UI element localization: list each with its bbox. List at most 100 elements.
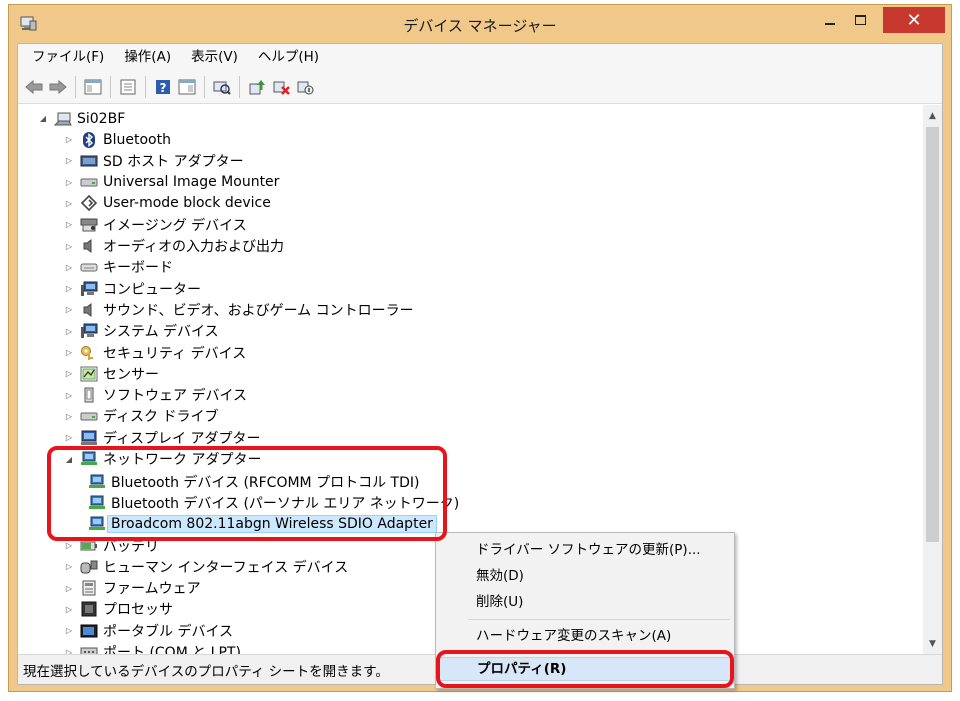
expand-arrow-icon[interactable]: ▷ bbox=[64, 369, 74, 379]
tree-item-hid[interactable]: ▷ ヒューマン インターフェイス デバイス bbox=[64, 556, 348, 577]
scroll-up-arrow-icon[interactable]: ▲ bbox=[923, 107, 942, 124]
tree-root[interactable]: ◢ Si02BF bbox=[38, 108, 125, 129]
expand-arrow-icon[interactable]: ▷ bbox=[64, 262, 74, 272]
tree-item-label: User-mode block device bbox=[103, 195, 271, 212]
speaker-icon bbox=[80, 238, 98, 254]
disable-button[interactable] bbox=[294, 76, 316, 98]
menu-disable[interactable]: 無効(D) bbox=[438, 564, 732, 588]
expand-arrow-icon[interactable]: ▷ bbox=[64, 562, 74, 572]
scan-hardware-button[interactable] bbox=[211, 76, 233, 98]
menu-uninstall[interactable]: 削除(U) bbox=[438, 590, 732, 614]
menu-help[interactable]: ヘルプ(H) bbox=[248, 46, 329, 68]
tree-item-label: プロセッサ bbox=[103, 602, 173, 619]
expand-arrow-icon[interactable]: ▷ bbox=[64, 626, 74, 636]
expand-arrow-icon[interactable]: ▷ bbox=[64, 647, 74, 655]
tree-item-label: Universal Image Mounter bbox=[103, 174, 280, 191]
update-driver-button[interactable] bbox=[246, 76, 268, 98]
tree-item-sd-host[interactable]: ▷ SD ホスト アダプター bbox=[64, 150, 244, 171]
tree-item-portable[interactable]: ▷ ポータブル デバイス bbox=[64, 620, 233, 641]
scrollbar-thumb[interactable] bbox=[926, 127, 939, 542]
menu-properties[interactable]: プロパティ(R) bbox=[438, 657, 732, 681]
action-pane-button[interactable] bbox=[176, 76, 198, 98]
collapse-arrow-icon[interactable]: ◢ bbox=[64, 454, 74, 464]
tree-item-sensor[interactable]: ▷ センサー bbox=[64, 363, 159, 384]
properties-button[interactable] bbox=[117, 76, 139, 98]
console-tree-icon bbox=[84, 79, 102, 94]
expand-arrow-icon[interactable]: ▷ bbox=[64, 390, 74, 400]
tree-item-label: ポータブル デバイス bbox=[103, 623, 234, 640]
tree-item-computer[interactable]: ▷ システム デバイス bbox=[64, 321, 219, 342]
close-button[interactable]: ✕ bbox=[883, 7, 945, 33]
scroll-down-arrow-icon[interactable]: ▼ bbox=[923, 635, 942, 652]
menu-view[interactable]: 表示(V) bbox=[181, 46, 248, 68]
expand-arrow-icon[interactable]: ▷ bbox=[64, 604, 74, 614]
expand-arrow-icon[interactable]: ▷ bbox=[64, 156, 74, 166]
portable-icon bbox=[80, 623, 98, 639]
toolbar-separator bbox=[204, 75, 205, 98]
expand-arrow-icon[interactable]: ▷ bbox=[64, 411, 74, 421]
menu-file[interactable]: ファイル(F) bbox=[22, 46, 114, 68]
expand-arrow-icon[interactable]: ▷ bbox=[64, 305, 74, 315]
context-menu-separator bbox=[468, 652, 730, 653]
tree-item-label: システム デバイス bbox=[103, 324, 219, 341]
tree-item-firmware[interactable]: ▷ ファームウェア bbox=[64, 578, 201, 599]
tree-item-keyboard[interactable]: ▷ キーボード bbox=[64, 257, 173, 278]
tree-item-imaging[interactable]: ▷ イメージング デバイス bbox=[64, 214, 247, 235]
expand-arrow-icon[interactable]: ▷ bbox=[64, 348, 74, 358]
expand-arrow-icon[interactable]: ▷ bbox=[64, 541, 74, 551]
console-tree-button[interactable] bbox=[82, 76, 104, 98]
vertical-scrollbar[interactable]: ▲ ▼ bbox=[923, 105, 942, 654]
tree-item-network-child[interactable]: Bluetooth デバイス (RFCOMM プロトコル TDI) bbox=[88, 471, 419, 492]
expand-arrow-icon[interactable]: ▷ bbox=[64, 198, 74, 208]
tree-item-bluetooth[interactable]: ▷ Bluetooth bbox=[64, 129, 171, 150]
expand-arrow-icon[interactable]: ▷ bbox=[64, 177, 74, 187]
title-bar[interactable]: デバイス マネージャー ✕ bbox=[9, 5, 951, 43]
tree-item-speaker[interactable]: ▷ サウンド、ビデオ、およびゲーム コントローラー bbox=[64, 299, 414, 320]
expand-arrow-icon[interactable]: ▷ bbox=[64, 135, 74, 145]
menu-update-driver[interactable]: ドライバー ソフトウェアの更新(P)... bbox=[438, 538, 732, 562]
back-button[interactable] bbox=[23, 76, 45, 98]
collapse-arrow-icon[interactable]: ◢ bbox=[38, 114, 48, 124]
tree-item-display[interactable]: ▷ ディスプレイ アダプター bbox=[64, 427, 260, 448]
tree-item-disk[interactable]: ▷ Universal Image Mounter bbox=[64, 172, 280, 193]
tree-item-port[interactable]: ▷ ポート (COM と LPT) bbox=[64, 642, 241, 655]
expand-arrow-icon[interactable]: ▷ bbox=[64, 220, 74, 230]
tree-item-network-child-selected[interactable]: Broadcom 802.11abgn Wireless SDIO Adapte… bbox=[88, 513, 437, 534]
tree-item-software-device[interactable]: ▷ ソフトウェア デバイス bbox=[64, 385, 247, 406]
menu-scan-hardware[interactable]: ハードウェア変更のスキャン(A) bbox=[438, 624, 732, 648]
expand-arrow-icon[interactable]: ▷ bbox=[64, 326, 74, 336]
expand-arrow-icon[interactable]: ▷ bbox=[64, 583, 74, 593]
toolbar-separator bbox=[239, 75, 240, 98]
tree-item-processor[interactable]: ▷ プロセッサ bbox=[64, 599, 173, 620]
tree-item-network-child[interactable]: Bluetooth デバイス (パーソナル エリア ネットワーク) bbox=[88, 492, 459, 513]
tree-item-network[interactable]: ◢ ネットワーク アダプター bbox=[64, 449, 261, 470]
network-adapter-icon bbox=[88, 495, 106, 511]
software-device-icon bbox=[80, 387, 98, 403]
tree-item-label: ソフトウェア デバイス bbox=[103, 388, 248, 405]
firmware-icon bbox=[80, 580, 98, 596]
tree-item-computer[interactable]: ▷ コンピューター bbox=[64, 278, 201, 299]
forward-button[interactable] bbox=[47, 76, 69, 98]
tree-item-key[interactable]: ▷ セキュリティ デバイス bbox=[64, 342, 246, 363]
port-icon bbox=[80, 644, 98, 654]
expand-arrow-icon[interactable]: ▷ bbox=[64, 241, 74, 251]
root-label: Si02BF bbox=[77, 110, 126, 127]
tree-item-speaker[interactable]: ▷ オーディオの入力および出力 bbox=[64, 236, 284, 257]
uninstall-button[interactable] bbox=[270, 76, 292, 98]
expand-arrow-icon[interactable]: ▷ bbox=[64, 433, 74, 443]
speaker-icon bbox=[80, 302, 98, 318]
maximize-button[interactable] bbox=[845, 7, 875, 33]
expand-arrow-icon[interactable]: ▷ bbox=[64, 284, 74, 294]
tree-item-block-device[interactable]: ▷ User-mode block device bbox=[64, 193, 271, 214]
minimize-button[interactable] bbox=[815, 7, 845, 33]
display-icon bbox=[80, 430, 98, 446]
tree-item-disk[interactable]: ▷ ディスク ドライブ bbox=[64, 406, 219, 427]
context-menu: ドライバー ソフトウェアの更新(P)... 無効(D) 削除(U) ハードウェア… bbox=[435, 532, 735, 689]
menu-action[interactable]: 操作(A) bbox=[114, 46, 181, 68]
help-button[interactable]: ? bbox=[152, 76, 174, 98]
update-driver-icon bbox=[249, 79, 265, 94]
close-icon: ✕ bbox=[906, 9, 922, 31]
tree-item-battery[interactable]: ▷ バッテリ bbox=[64, 535, 159, 556]
computer-icon bbox=[54, 111, 72, 127]
uninstall-icon bbox=[273, 81, 290, 95]
